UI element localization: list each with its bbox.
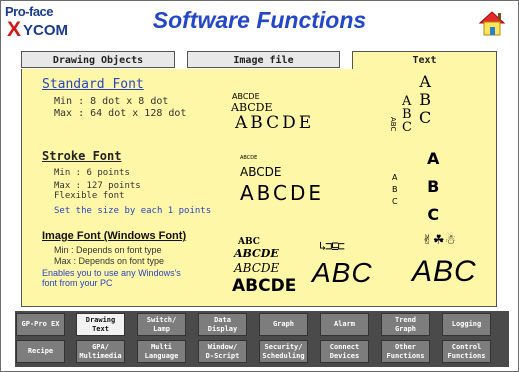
home-icon[interactable]	[476, 7, 508, 39]
standard-vertical-letter-a: A	[419, 72, 431, 91]
nav-gpa-multimedia[interactable]: GPA/Multimedia	[76, 340, 125, 363]
stroke-font-min: Min : 6 points	[54, 168, 130, 178]
window-frame: Pro-face X YCOM Software Functions Drawi…	[0, 0, 519, 372]
nav-multi-language[interactable]: Multi Language	[137, 340, 186, 363]
nav-recipe[interactable]: Recipe	[16, 340, 65, 363]
standard-sample-tiny: ABCDE	[232, 92, 260, 101]
standard-vertical-letter-b: B	[419, 90, 431, 109]
nav-switch-lamp[interactable]: Switch/Lamp	[137, 313, 186, 336]
standard-sample-large: ABCDE	[235, 113, 315, 133]
image-sample-4: ABCDE	[232, 276, 297, 296]
nav-alarm[interactable]: Alarm	[320, 313, 369, 336]
nav-logging[interactable]: Logging	[442, 313, 491, 336]
stroke-vertical-small-c: C	[392, 197, 398, 206]
stroke-vertical-large-a: A	[427, 149, 440, 168]
tab-drawing-objects[interactable]: Drawing Objects	[21, 51, 175, 68]
standard-font-max: Max : 64 dot x 128 dot	[54, 108, 187, 119]
nav-trend-graph[interactable]: Trend Graph	[381, 313, 430, 336]
nav-window-d-script[interactable]: Window/D-Script	[198, 340, 247, 363]
nav-control-functions[interactable]: Control Functions	[442, 340, 491, 363]
standard-vertical-small: ABC	[389, 117, 397, 132]
standard-vertical-large: A B C	[419, 73, 431, 127]
image-sample-2: ABCDE	[234, 247, 279, 260]
nav-connect-devices[interactable]: Connect Devices	[320, 340, 369, 363]
stroke-vertical-small-a: A	[392, 173, 398, 182]
nav-gp-pro-ex[interactable]: GP-Pro EX	[16, 313, 65, 336]
bottom-navigation: GP-Pro EX Drawing Text Switch/Lamp Data Di…	[15, 311, 509, 367]
image-font-enable-line1: Enables you to use any Windows's	[42, 268, 181, 278]
stroke-sample-large: ABCDE	[240, 181, 325, 205]
image-sample-1: ABC	[238, 237, 260, 247]
stroke-vertical-large-c: C	[427, 205, 440, 224]
tab-bar: Drawing Objects Image file Text	[21, 51, 497, 70]
image-sample-3: ABCDE	[234, 261, 280, 275]
image-font-max: Max : Depends on font type	[54, 256, 165, 266]
nav-other-functions[interactable]: Other Functions	[381, 340, 430, 363]
stroke-font-title: Stroke Font	[42, 149, 122, 163]
stroke-vertical-large: A B C	[427, 145, 439, 229]
standard-vertical-medium-c: C	[402, 120, 412, 135]
standard-font-title: Standard Font	[42, 77, 144, 92]
tab-text[interactable]: Text	[352, 51, 497, 70]
image-font-title: Image Font (Windows Font)	[42, 230, 187, 242]
image-sample-symbol-icons: ✌☘☃	[422, 233, 457, 248]
standard-vertical-letter-c: C	[419, 108, 432, 127]
nav-drawing-text[interactable]: Drawing Text	[76, 313, 125, 336]
stroke-vertical-small-b: B	[392, 185, 398, 194]
image-font-min: Min : Depends on font type	[54, 245, 162, 255]
nav-data-display[interactable]: Data Display	[198, 313, 247, 336]
nav-security-scheduling[interactable]: Security/Scheduling	[259, 340, 308, 363]
nav-graph[interactable]: Graph	[259, 313, 308, 336]
standard-font-min: Min : 8 dot x 8 dot	[54, 96, 169, 107]
stroke-sample-medium: ABCDE	[240, 165, 282, 179]
header: Pro-face X YCOM Software Functions	[1, 1, 518, 43]
page-title: Software Functions	[152, 7, 367, 33]
stroke-vertical-small: A B C	[392, 172, 398, 208]
stroke-sample-tiny: ABCDE	[240, 155, 258, 161]
stroke-vertical-large-b: B	[427, 177, 440, 196]
stroke-font-set-size: Set the size by each 1 points	[54, 206, 212, 216]
image-sample-abc-1: ABC	[312, 257, 373, 288]
image-sample-symbols: ↳⊐⊑⊏	[319, 239, 345, 253]
text-content-panel: Standard Font Min : 8 dot x 8 dot Max : …	[21, 69, 497, 307]
image-font-enable-line2: font from your PC	[42, 278, 113, 288]
image-sample-abc-2: ABC	[412, 255, 477, 288]
tab-image-file[interactable]: Image file	[187, 51, 340, 68]
stroke-font-max: Max : 127 points	[54, 181, 141, 191]
stroke-font-flexible: Flexible font	[54, 191, 125, 201]
standard-vertical-medium: A B C	[402, 95, 412, 134]
